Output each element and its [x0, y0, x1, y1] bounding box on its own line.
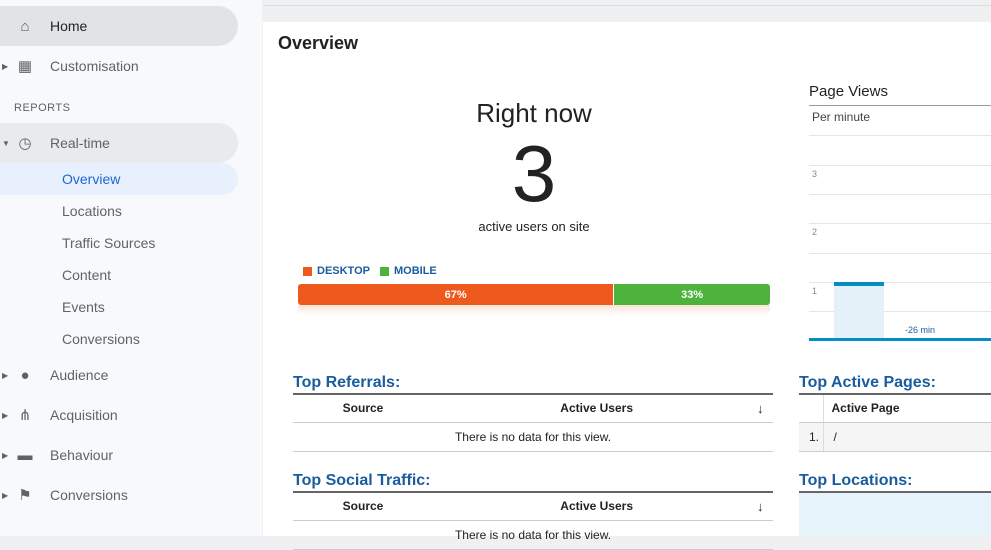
gridline: [809, 194, 991, 195]
page-link[interactable]: /: [823, 422, 991, 452]
mobile-segment: 33%: [614, 284, 770, 305]
clock-icon: ◷: [18, 135, 32, 152]
acquisition-icon: ⋔: [18, 407, 32, 424]
flag-icon: ⚑: [18, 487, 32, 504]
table-row: 1. /: [799, 422, 991, 452]
caret-right-icon: ▶: [2, 490, 9, 500]
sidebar-item-traffic-sources[interactable]: Traffic Sources: [0, 227, 238, 259]
divider: [263, 5, 991, 6]
y-tick-label: 3: [812, 169, 818, 179]
caret-right-icon: ▶: [2, 450, 9, 460]
gridline: [809, 135, 991, 136]
locations-map: [799, 493, 991, 536]
reports-heading: REPORTS: [14, 102, 71, 114]
active-users-count: 3: [511, 129, 557, 218]
sidebar-item-home[interactable]: ⌂ Home: [0, 6, 238, 46]
device-split-bar: 67% 33%: [298, 284, 770, 305]
empty-message: There is no data for this view.: [293, 422, 773, 452]
chart-baseline: [809, 338, 991, 341]
gridline: [809, 253, 991, 254]
chart-title-rule: [809, 105, 991, 106]
y-tick-label: 2: [812, 227, 818, 237]
caret-right-icon: ▶: [2, 410, 9, 420]
gridline: [809, 165, 991, 166]
top-referrals-title: Top Referrals:: [293, 374, 401, 391]
sidebar-item-overview[interactable]: Overview: [0, 163, 238, 195]
column-active-users[interactable]: Active Users: [433, 491, 773, 521]
caret-down-icon: ▼: [2, 138, 10, 148]
sort-arrow-icon[interactable]: ↓: [757, 499, 764, 514]
right-now-heading: Right now: [476, 98, 592, 128]
column-active-users[interactable]: Active Users: [433, 393, 773, 423]
sidebar-item-rt-conversions[interactable]: Conversions: [0, 323, 238, 355]
sidebar: ⌂ Home ▶ ▦ Customisation REPORTS ▼ ◷ Real-tim…: [0, 0, 262, 536]
sidebar-item-events[interactable]: Events: [0, 291, 238, 323]
page-views-bar: [834, 281, 884, 340]
top-pages-table: Active Page 1. /: [799, 393, 991, 452]
sidebar-item-content[interactable]: Content: [0, 259, 238, 291]
column-source[interactable]: Source: [293, 393, 433, 423]
y-tick-label: 1: [812, 286, 818, 296]
empty-message: There is no data for this view.: [293, 520, 773, 550]
desktop-swatch-icon: [303, 266, 312, 276]
top-locations-title: Top Locations:: [799, 472, 913, 489]
bar-reflection: [298, 305, 770, 315]
dashboard-icon: ▦: [17, 58, 33, 75]
top-referrals-table: Source Active Users There is no data for …: [293, 393, 773, 452]
sort-arrow-icon[interactable]: ↓: [757, 401, 764, 416]
chart-title: Page Views: [809, 83, 888, 100]
device-legend: DESKTOP MOBILE: [303, 265, 437, 277]
legend-desktop: DESKTOP: [303, 265, 370, 277]
legend-mobile: MOBILE: [379, 265, 437, 277]
caret-right-icon: ▶: [2, 370, 9, 380]
page-title: Overview: [278, 33, 359, 53]
sidebar-item-conversions[interactable]: ▶ ⚑ Conversions: [0, 475, 238, 515]
top-social-title: Top Social Traffic:: [293, 472, 431, 489]
column-source[interactable]: Source: [293, 491, 433, 521]
mobile-swatch-icon: [379, 266, 389, 276]
caret-right-icon: ▶: [2, 61, 9, 71]
person-icon: ●: [20, 366, 30, 384]
sidebar-item-realtime[interactable]: ▼ ◷ Real-time: [0, 123, 238, 163]
desktop-segment: 67%: [298, 284, 615, 305]
top-social-table: Source Active Users There is no data for …: [293, 491, 773, 550]
top-pages-title: Top Active Pages:: [799, 374, 936, 391]
sidebar-item-acquisition[interactable]: ▶ ⋔ Acquisition: [0, 395, 238, 435]
home-icon: ⌂: [20, 17, 30, 35]
sidebar-item-locations[interactable]: Locations: [0, 195, 238, 227]
x-tick-label: -26 min: [905, 325, 936, 335]
sidebar-item-customisation[interactable]: ▶ ▦ Customisation: [0, 46, 238, 86]
chart-subtitle: Per minute: [812, 110, 871, 124]
behaviour-icon: ▬: [17, 446, 33, 464]
column-active-page[interactable]: Active Page: [823, 393, 991, 423]
gridline: [809, 223, 991, 224]
active-users-caption: active users on site: [478, 219, 590, 234]
sidebar-item-behaviour[interactable]: ▶ ▬ Behaviour: [0, 435, 238, 475]
sidebar-item-audience[interactable]: ▶ ● Audience: [0, 355, 238, 395]
